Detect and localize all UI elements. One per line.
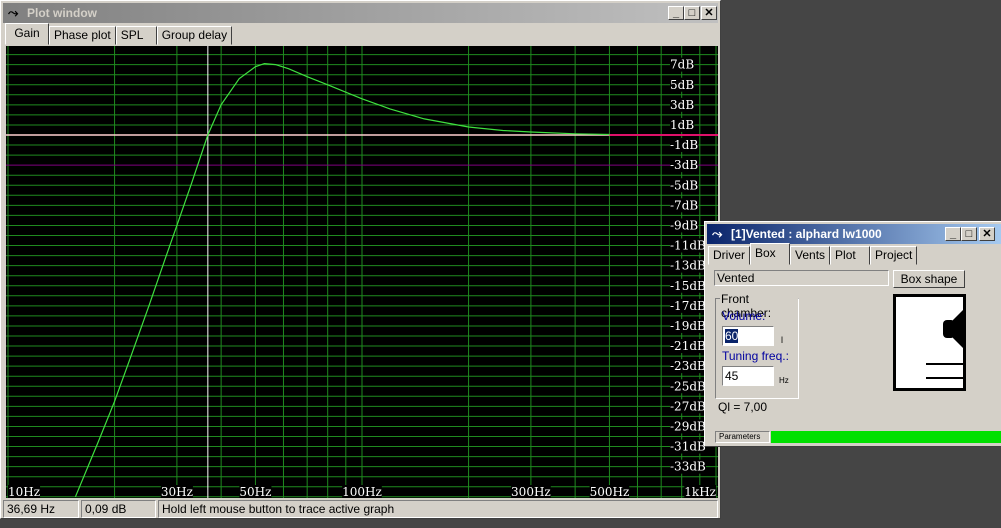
close-button[interactable]: ✕ xyxy=(979,227,995,241)
tab-project[interactable]: Project xyxy=(870,246,918,265)
volume-value: 60 xyxy=(725,329,739,343)
y-tick-label: -15dB xyxy=(670,279,706,293)
x-tick-label: 30Hz xyxy=(161,485,193,498)
maximize-button[interactable]: □ xyxy=(961,227,977,241)
y-tick-label: -27dB xyxy=(670,399,706,413)
y-tick-label: -3dB xyxy=(670,158,698,172)
tab-box[interactable]: Box xyxy=(750,243,790,265)
y-tick-label: -29dB xyxy=(670,419,706,433)
y-tick-label: -13dB xyxy=(670,259,706,273)
x-tick-label: 300Hz xyxy=(511,485,551,498)
app-icon: ⤳ xyxy=(8,5,19,20)
volume-input[interactable]: 60 xyxy=(722,326,774,346)
tab-driver[interactable]: Driver xyxy=(708,246,750,265)
tuning-unit: Hz xyxy=(779,376,789,385)
volume-unit: l xyxy=(781,335,783,345)
y-tick-label: -9dB xyxy=(670,218,698,232)
progress-bar xyxy=(771,431,1001,443)
front-chamber-group: Front chamber: Volume: 60 l Tuning freq.… xyxy=(715,292,799,399)
window-title: [1]Vented : alphard lw1000 xyxy=(731,227,882,241)
y-tick-label: -31dB xyxy=(670,440,706,454)
volume-label: Volume: xyxy=(722,309,766,323)
box-window-title-bar[interactable]: ⤳ [1]Vented : alphard lw1000 _ □ ✕ xyxy=(707,224,1001,244)
gain-plot[interactable]: 7dB 5dB 3dB 1dB -1dB -3dB -5dB -7dB -9dB -11dB -13… xyxy=(6,46,718,498)
y-tick-label: 7dB xyxy=(670,58,694,72)
tuning-label: Tuning freq.: xyxy=(722,349,789,363)
y-tick-label: -25dB xyxy=(670,379,706,393)
x-tick-label: 1kHz xyxy=(684,485,716,498)
maximize-button[interactable]: □ xyxy=(684,6,700,20)
ql-value: Ql = 7,00 xyxy=(718,400,768,414)
y-tick-label: 1dB xyxy=(670,118,694,132)
status-gain: 0,09 dB xyxy=(81,500,156,518)
box-shape-button[interactable]: Box shape xyxy=(893,270,965,288)
y-tick-label: -33dB xyxy=(670,460,706,474)
box-window: ⤳ [1]Vented : alphard lw1000 _ □ ✕ Drive… xyxy=(704,221,1001,447)
tab-vents[interactable]: Vents xyxy=(790,246,831,265)
tab-phase-plot[interactable]: Phase plot xyxy=(49,26,116,45)
plot-window-title-bar[interactable]: ⤳ Plot window _ □ ✕ xyxy=(3,3,718,23)
status-hint: Hold left mouse button to trace active g… xyxy=(158,500,718,518)
status-frequency: 36,69 Hz xyxy=(3,500,79,518)
gain-curve xyxy=(74,62,610,498)
app-icon: ⤳ xyxy=(712,226,723,241)
minimize-button[interactable]: _ xyxy=(668,6,684,20)
plot-window: ⤳ Plot window _ □ ✕ Gain Phase plot SPL … xyxy=(0,0,721,519)
y-tick-label: 5dB xyxy=(670,78,694,92)
window-title: Plot window xyxy=(27,6,97,20)
x-tick-label: 50Hz xyxy=(239,485,271,498)
box-tabs: Driver Box Vents Plot Project xyxy=(708,243,918,265)
box-type-field: Vented xyxy=(714,270,889,286)
tab-group-delay[interactable]: Group delay xyxy=(156,26,233,45)
y-tick-label: -1dB xyxy=(670,138,698,152)
plot-tabs: Gain Phase plot SPL Group delay xyxy=(5,23,233,45)
x-tick-label: 100Hz xyxy=(342,485,382,498)
box-shape-diagram xyxy=(893,294,966,391)
y-tick-label: -11dB xyxy=(670,239,706,253)
tuning-input[interactable]: 45 xyxy=(722,366,774,386)
status-parameters: Parameters xyxy=(715,431,770,443)
y-tick-label: -5dB xyxy=(670,178,698,192)
y-tick-label: -17dB xyxy=(670,299,706,313)
x-tick-label: 10Hz xyxy=(8,485,40,498)
close-button[interactable]: ✕ xyxy=(701,6,717,20)
y-tick-label: 3dB xyxy=(670,98,694,112)
tab-plot[interactable]: Plot xyxy=(830,246,871,265)
x-tick-label: 500Hz xyxy=(590,485,630,498)
minimize-button[interactable]: _ xyxy=(945,227,961,241)
tab-spl[interactable]: SPL xyxy=(115,26,157,45)
y-tick-label: -21dB xyxy=(670,339,706,353)
y-tick-label: -19dB xyxy=(670,319,706,333)
y-tick-label: -7dB xyxy=(670,198,698,212)
tab-gain[interactable]: Gain xyxy=(5,23,49,45)
y-tick-label: -23dB xyxy=(670,359,706,373)
